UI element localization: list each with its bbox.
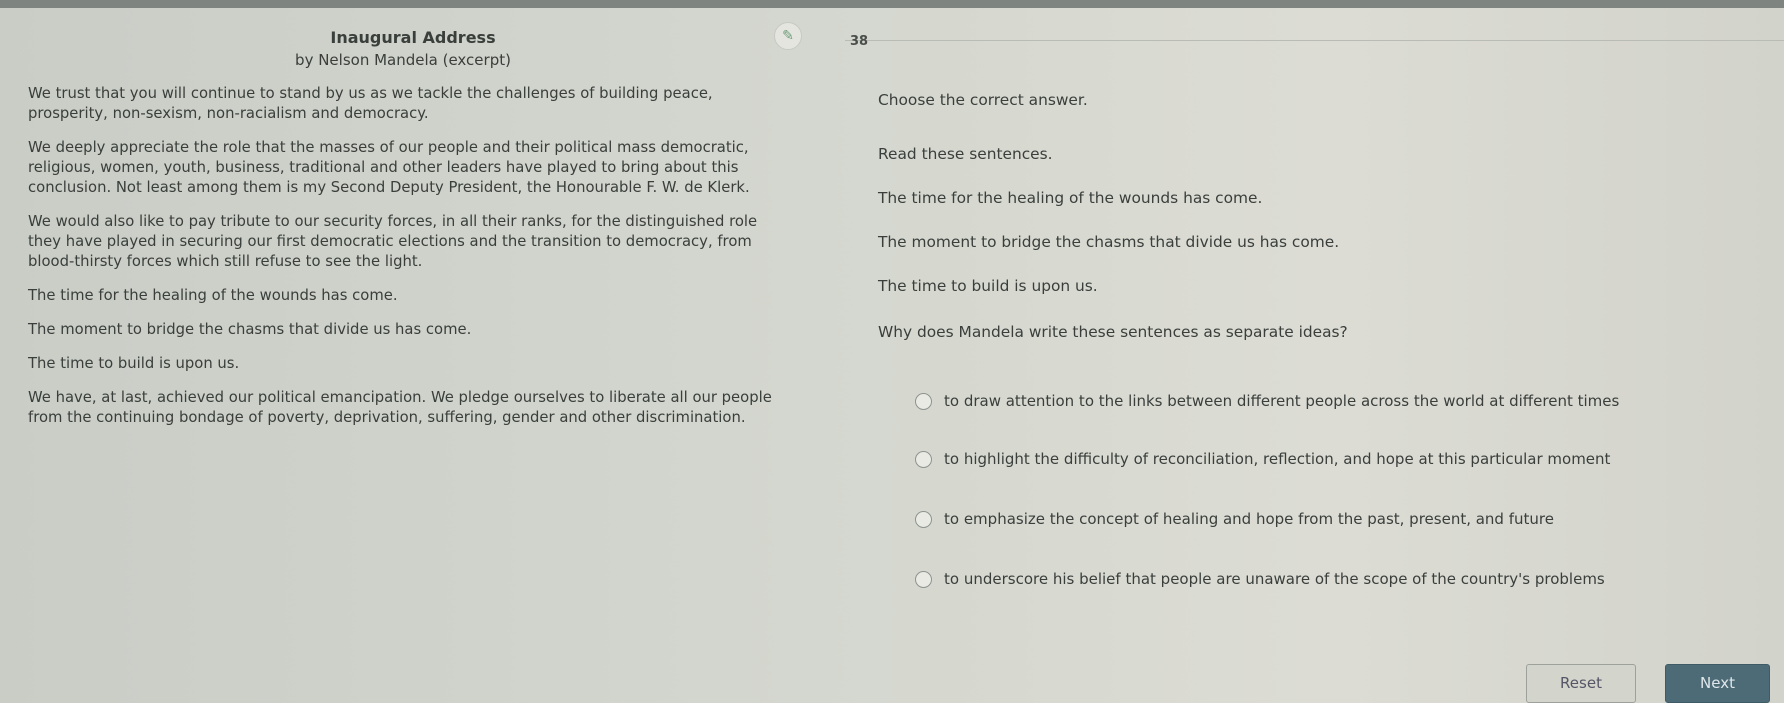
quote-sentence: The time for the healing of the wounds h… bbox=[878, 189, 1263, 207]
answer-option[interactable]: to draw attention to the links between d… bbox=[915, 392, 1619, 410]
radio-button[interactable] bbox=[915, 510, 932, 528]
passage-byline: by Nelson Mandela (excerpt) bbox=[295, 51, 511, 69]
answer-option-label: to highlight the difficulty of reconcili… bbox=[944, 450, 1611, 468]
passage-paragraph: The time for the healing of the wounds h… bbox=[28, 287, 398, 304]
quote-sentence: The moment to bridge the chasms that div… bbox=[878, 233, 1340, 251]
answer-option-label: to draw attention to the links between d… bbox=[944, 392, 1620, 410]
reset-button[interactable]: Reset bbox=[1526, 664, 1636, 703]
radio-button[interactable] bbox=[915, 570, 932, 588]
header-divider bbox=[845, 40, 1784, 41]
radio-button[interactable] bbox=[915, 450, 932, 468]
passage-paragraph: We would also like to pay tribute to our… bbox=[28, 213, 758, 270]
reading-passage: Inaugural Address by Nelson Mandela (exc… bbox=[28, 28, 778, 442]
answer-option-label: to underscore his belief that people are… bbox=[944, 570, 1605, 588]
passage-paragraph: The time to build is upon us. bbox=[28, 355, 240, 372]
answer-option-label: to emphasize the concept of healing and … bbox=[944, 510, 1554, 528]
top-bar bbox=[0, 0, 1784, 8]
passage-paragraph: We deeply appreciate the role that the m… bbox=[28, 139, 750, 196]
answer-option[interactable]: to emphasize the concept of healing and … bbox=[915, 510, 1554, 528]
next-button[interactable]: Next bbox=[1665, 664, 1770, 703]
passage-paragraph: We have, at last, achieved our political… bbox=[28, 389, 772, 426]
answer-option[interactable]: to highlight the difficulty of reconcili… bbox=[915, 450, 1610, 468]
question-prompt: Read these sentences. bbox=[878, 145, 1053, 163]
question-ask: Why does Mandela write these sentences a… bbox=[878, 323, 1348, 341]
question-instruction: Choose the correct answer. bbox=[878, 91, 1088, 109]
pencil-icon[interactable]: ✎ bbox=[774, 22, 802, 50]
passage-paragraph: We trust that you will continue to stand… bbox=[28, 85, 713, 122]
question-number: 38 bbox=[850, 34, 869, 49]
answer-option[interactable]: to underscore his belief that people are… bbox=[915, 570, 1605, 588]
quote-sentence: The time to build is upon us. bbox=[878, 277, 1098, 295]
passage-title: Inaugural Address bbox=[330, 28, 496, 47]
passage-paragraph: The moment to bridge the chasms that div… bbox=[28, 321, 472, 338]
radio-button[interactable] bbox=[915, 392, 932, 410]
